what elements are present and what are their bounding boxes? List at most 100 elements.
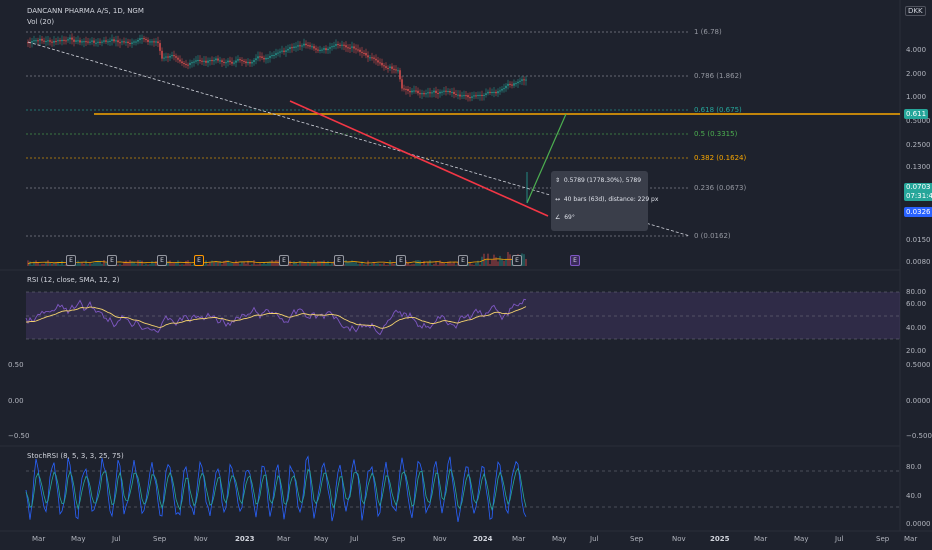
earnings-marker[interactable]: E bbox=[396, 255, 406, 266]
earnings-marker[interactable]: E bbox=[279, 255, 289, 266]
candle-body bbox=[269, 56, 271, 58]
candle-body bbox=[53, 40, 55, 43]
candle-body bbox=[125, 41, 127, 43]
candle-body bbox=[285, 50, 287, 52]
candle-body bbox=[507, 83, 509, 86]
fib-level-label: 0.5 (0.3315) bbox=[694, 130, 738, 138]
volume-bar bbox=[433, 264, 435, 266]
candle-body bbox=[395, 69, 397, 71]
earnings-marker[interactable]: E bbox=[334, 255, 344, 266]
bars-range-icon: ↔ bbox=[555, 196, 561, 203]
candle-body bbox=[255, 58, 257, 61]
volume-bar bbox=[261, 264, 263, 266]
candle-body bbox=[143, 38, 145, 40]
candle-body bbox=[447, 90, 449, 92]
volume-bar bbox=[221, 264, 223, 266]
volume-bar bbox=[129, 260, 131, 266]
volume-bar bbox=[205, 260, 207, 266]
candle-body bbox=[35, 40, 37, 42]
candle-body bbox=[219, 60, 221, 62]
candle-body bbox=[423, 93, 425, 95]
candle-body bbox=[515, 83, 517, 85]
candle-body bbox=[445, 90, 447, 92]
volume-bar bbox=[81, 262, 83, 266]
candle-body bbox=[183, 63, 185, 65]
candle-body bbox=[109, 40, 111, 42]
time-axis-tick: Nov bbox=[672, 535, 686, 543]
volume-bar bbox=[473, 264, 475, 266]
earnings-marker[interactable]: E bbox=[107, 255, 117, 266]
volume-bar bbox=[125, 260, 127, 266]
candle-body bbox=[107, 41, 109, 43]
earnings-marker[interactable]: E bbox=[570, 255, 580, 266]
candle-body bbox=[303, 43, 305, 46]
volume-bar bbox=[309, 262, 311, 266]
earnings-marker[interactable]: E bbox=[157, 255, 167, 266]
volume-bar bbox=[385, 264, 387, 266]
fib-level-label: 0.382 (0.1624) bbox=[694, 154, 747, 162]
volume-bar bbox=[101, 263, 103, 266]
candle-body bbox=[341, 44, 343, 46]
earnings-marker[interactable]: E bbox=[512, 255, 522, 266]
candle-body bbox=[193, 61, 195, 63]
candle-body bbox=[265, 57, 267, 60]
earnings-marker[interactable]: E bbox=[194, 255, 204, 266]
volume-bar bbox=[181, 264, 183, 266]
rsi-title: RSI (12, close, SMA, 12, 2) bbox=[27, 276, 120, 284]
candle-body bbox=[393, 68, 395, 70]
volume-bar bbox=[245, 263, 247, 266]
candle-body bbox=[111, 39, 113, 41]
earnings-marker[interactable]: E bbox=[458, 255, 468, 266]
candle-body bbox=[365, 53, 367, 56]
volume-bar bbox=[45, 262, 47, 266]
tooltip-line-1: 0.5789 (1778.30%), 5789 bbox=[563, 177, 642, 184]
volume-bar bbox=[455, 264, 457, 266]
candle-body bbox=[187, 64, 189, 66]
volume-bar bbox=[391, 263, 393, 266]
volume-bar bbox=[179, 264, 181, 266]
candle-body bbox=[451, 91, 453, 93]
candle-body bbox=[387, 67, 389, 69]
chart-window[interactable]: DANCANN PHARMA A/S, 1D, NGM Vol (20) DKK… bbox=[0, 0, 932, 550]
volume-bar bbox=[147, 264, 149, 266]
candle-body bbox=[317, 49, 319, 51]
volume-bar bbox=[275, 260, 277, 266]
volume-bar bbox=[303, 262, 305, 266]
candle-body bbox=[271, 55, 273, 57]
tooltip-price-change: ⇕ 0.5789 (1778.30%), 5789 bbox=[555, 177, 641, 184]
candle-body bbox=[383, 65, 385, 67]
volume-bar bbox=[249, 264, 251, 266]
earnings-marker[interactable]: E bbox=[66, 255, 76, 266]
volume-bar bbox=[501, 259, 503, 266]
candle-body bbox=[359, 49, 361, 52]
volume-bar bbox=[265, 263, 267, 266]
candle-body bbox=[299, 45, 301, 47]
candle-body bbox=[137, 39, 139, 42]
volume-bar bbox=[509, 254, 511, 266]
candle-body bbox=[407, 88, 409, 91]
volume-bar bbox=[497, 261, 499, 266]
currency-badge[interactable]: DKK bbox=[905, 6, 926, 16]
candle-body bbox=[149, 41, 151, 43]
candle-body bbox=[437, 92, 439, 94]
volume-bar bbox=[307, 261, 309, 266]
time-axis-tick: Jul bbox=[112, 535, 121, 543]
volume-bar bbox=[209, 262, 211, 266]
candle-body bbox=[363, 52, 365, 54]
candle-body bbox=[339, 44, 341, 46]
price-chart[interactable] bbox=[0, 0, 932, 550]
candle-body bbox=[477, 94, 479, 96]
time-axis-tick: Nov bbox=[433, 535, 447, 543]
volume-bar bbox=[133, 262, 135, 266]
candle-body bbox=[201, 60, 203, 62]
candle-body bbox=[209, 60, 211, 62]
time-axis-tick: Mar bbox=[754, 535, 768, 543]
volume-bar bbox=[377, 263, 379, 266]
candle-body bbox=[49, 40, 51, 42]
candle-body bbox=[79, 40, 81, 43]
time-axis-tick: Jul bbox=[835, 535, 844, 543]
candle-body bbox=[483, 94, 485, 96]
candle-body bbox=[261, 56, 263, 58]
candle-body bbox=[59, 40, 61, 42]
candle-body bbox=[249, 62, 251, 64]
